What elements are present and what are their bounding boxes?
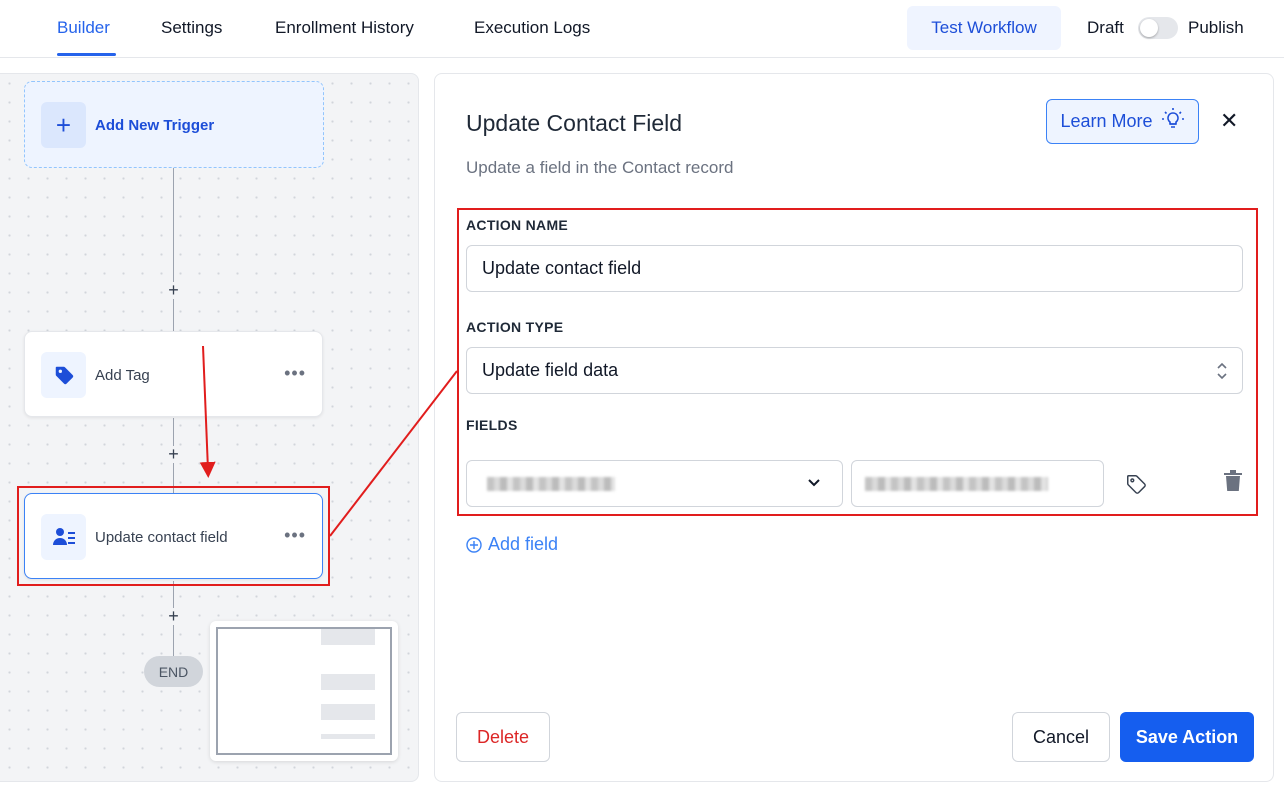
- tab-execution-logs[interactable]: Execution Logs: [474, 18, 590, 38]
- workflow-node-add-tag[interactable]: Add Tag •••: [24, 331, 323, 417]
- trash-icon[interactable]: [1223, 470, 1243, 492]
- publish-toggle[interactable]: [1138, 17, 1178, 39]
- chevron-down-icon: [808, 479, 820, 487]
- test-workflow-button[interactable]: Test Workflow: [907, 6, 1061, 50]
- action-type-select[interactable]: Update field data: [466, 347, 1243, 394]
- add-field-link[interactable]: Add field: [466, 534, 558, 555]
- trigger-label: Add New Trigger: [95, 117, 215, 134]
- action-settings-panel: Update Contact Field Update a field in t…: [434, 73, 1274, 782]
- plus-icon: +: [41, 102, 86, 148]
- tab-enrollment-history[interactable]: Enrollment History: [275, 18, 414, 38]
- fields-label: FIELDS: [466, 417, 518, 433]
- field-value-input[interactable]: [851, 460, 1104, 507]
- tag-icon: [41, 352, 86, 398]
- tab-builder[interactable]: Builder: [57, 18, 110, 38]
- action-type-label: ACTION TYPE: [466, 319, 564, 335]
- panel-title: Update Contact Field: [466, 110, 683, 136]
- redacted-field-name: [487, 477, 615, 491]
- learn-more-button[interactable]: Learn More: [1046, 99, 1199, 144]
- node-label: Add Tag: [95, 367, 150, 384]
- draft-label: Draft: [1087, 18, 1124, 37]
- tab-settings[interactable]: Settings: [161, 18, 222, 38]
- action-name-label: ACTION NAME: [466, 217, 569, 233]
- close-icon[interactable]: ✕: [1220, 108, 1238, 134]
- add-step-plus-icon[interactable]: +: [165, 607, 182, 625]
- active-tab-indicator: [57, 53, 116, 56]
- delete-button[interactable]: Delete: [456, 712, 550, 762]
- more-options-icon[interactable]: •••: [284, 363, 306, 384]
- end-node: END: [144, 656, 203, 687]
- redacted-field-value: [865, 477, 1048, 491]
- minimap-block: [321, 674, 375, 690]
- annotation-highlight-node: [17, 486, 330, 586]
- action-type-value: Update field data: [482, 360, 619, 380]
- connector-line: [173, 168, 174, 331]
- save-action-button[interactable]: Save Action: [1120, 712, 1254, 762]
- panel-subtitle: Update a field in the Contact record: [466, 158, 734, 177]
- cancel-button[interactable]: Cancel: [1012, 712, 1110, 762]
- add-new-trigger-node[interactable]: + Add New Trigger: [24, 81, 324, 168]
- select-arrows-icon: [1216, 361, 1228, 383]
- minimap-block: [321, 704, 375, 720]
- custom-value-tag-icon[interactable]: [1125, 473, 1147, 495]
- action-name-input[interactable]: Update contact field: [466, 245, 1243, 292]
- add-field-label: Add field: [488, 534, 559, 554]
- field-name-select[interactable]: [466, 460, 843, 507]
- add-step-plus-icon[interactable]: +: [165, 445, 182, 463]
- learn-more-label: Learn More: [1060, 111, 1153, 131]
- top-navigation-bar: Builder Settings Enrollment History Exec…: [0, 0, 1284, 58]
- minimap-block: [321, 629, 375, 645]
- toggle-knob: [1140, 19, 1158, 37]
- minimap[interactable]: [210, 621, 398, 761]
- plus-circle-icon: [466, 536, 482, 553]
- minimap-block: [321, 734, 375, 739]
- publish-label: Publish: [1188, 18, 1244, 37]
- lightbulb-icon: [1161, 107, 1185, 136]
- add-step-plus-icon[interactable]: +: [165, 281, 182, 299]
